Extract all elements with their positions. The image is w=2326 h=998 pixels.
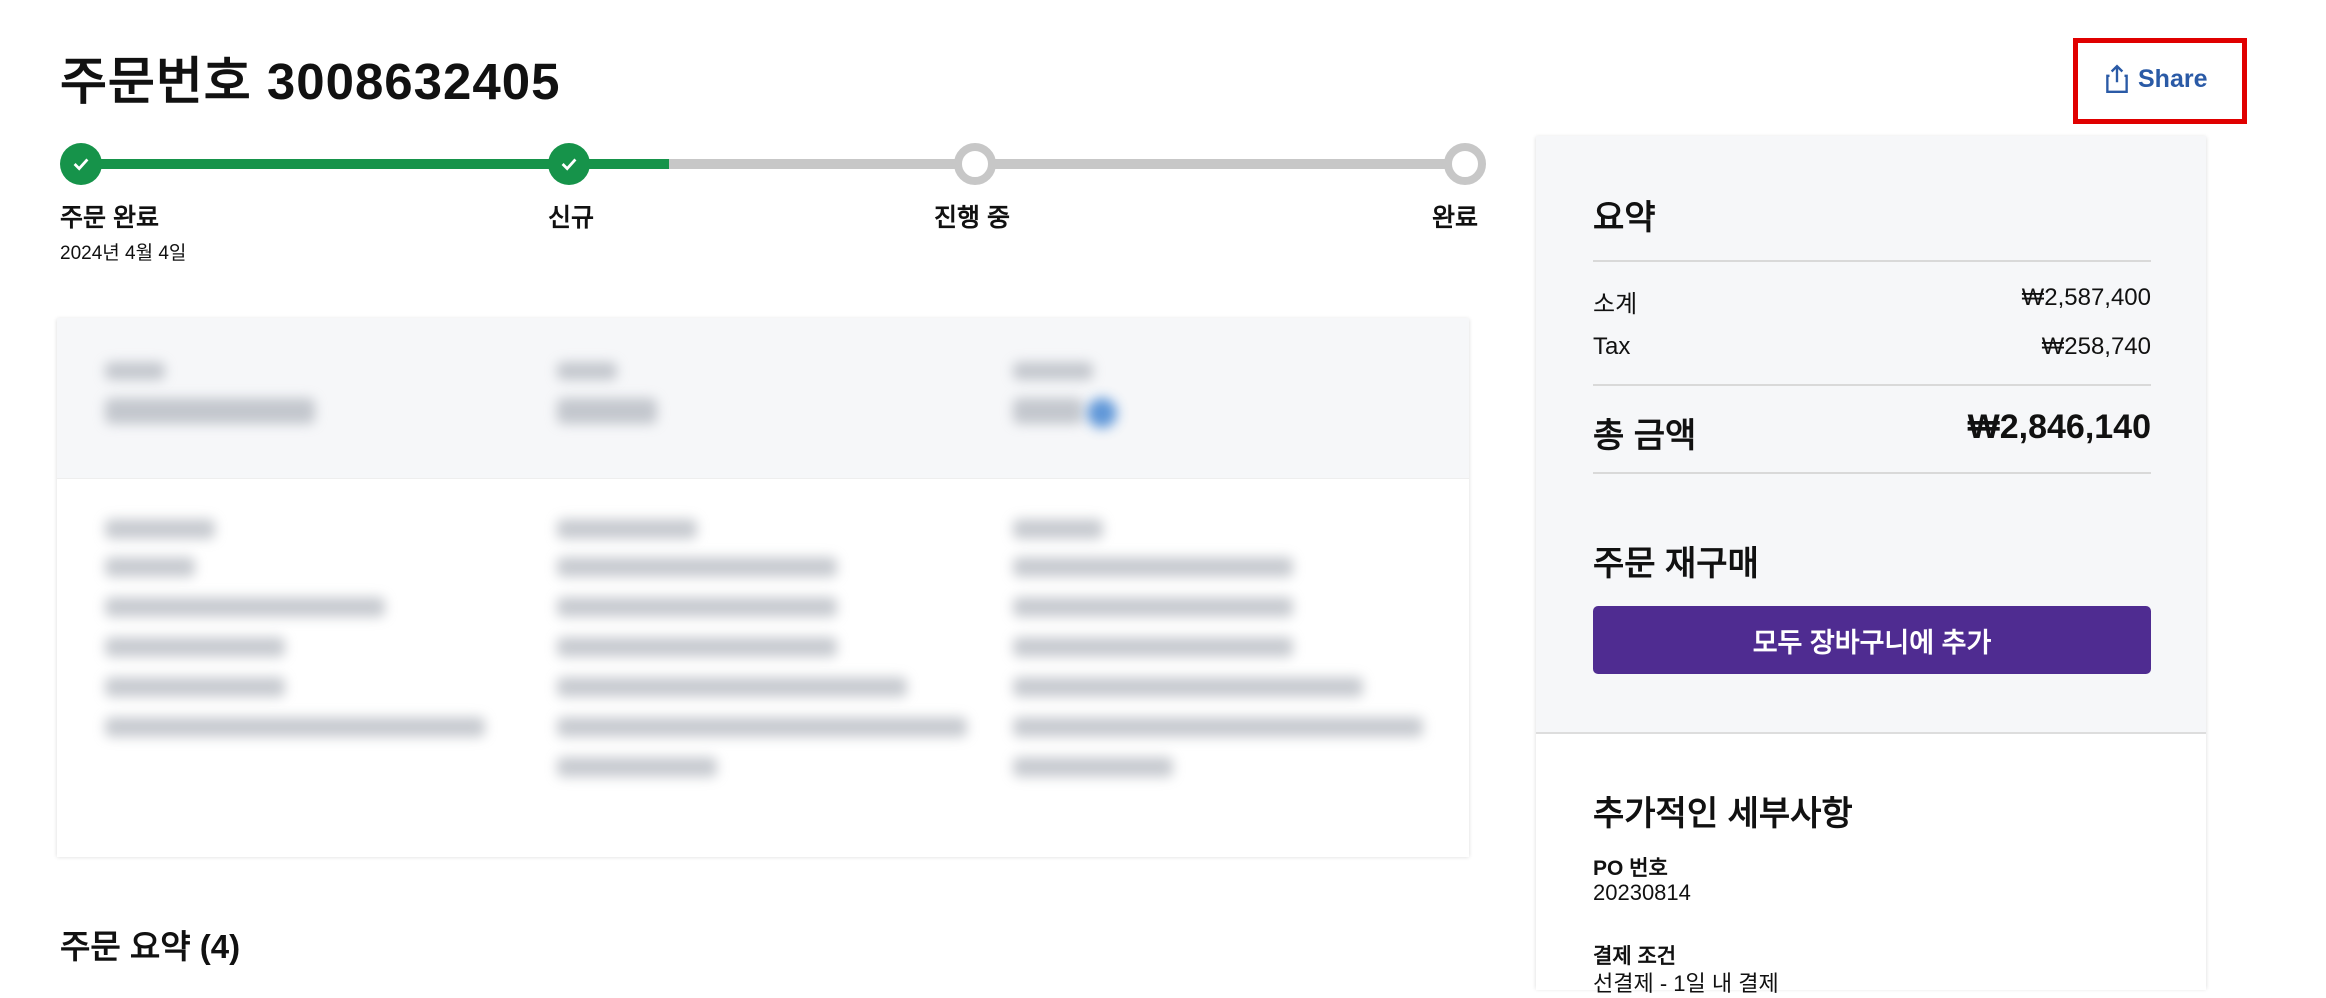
share-icon — [2106, 64, 2128, 94]
tax-label: Tax — [1593, 333, 1631, 360]
divider — [1593, 260, 2151, 262]
step-label-ordered: 주문 완료 — [60, 204, 159, 232]
subtotal-label: 소계 — [1593, 291, 1638, 318]
total-value: ₩2,846,140 — [1967, 408, 2151, 446]
step-marker-in-progress — [954, 143, 996, 185]
subtotal-value: ₩2,587,400 — [2021, 284, 2151, 311]
check-icon — [73, 158, 89, 171]
order-title: 주문번호 3008632405 — [60, 53, 561, 110]
check-icon — [561, 158, 577, 171]
share-label: Share — [2138, 64, 2208, 93]
add-all-to-cart-button[interactable]: 모두 장바구니에 추가 — [1593, 606, 2151, 674]
po-number-label: PO 번호 — [1593, 857, 1668, 880]
summary-title: 요약 — [1593, 199, 1656, 237]
step-label-complete: 완료 — [1432, 204, 1479, 232]
payment-terms-value: 선결제 - 1일 내 결제 — [1593, 971, 1779, 996]
tax-row: Tax ₩258,740 — [1593, 333, 2151, 361]
step-date-ordered: 2024년 4월 4일 — [60, 243, 187, 264]
extra-details-title: 추가적인 세부사항 — [1593, 795, 1853, 833]
step-marker-ordered — [60, 143, 102, 185]
order-summary-title: 주문 요약 (4) — [60, 928, 241, 965]
step-label-in-progress: 진행 중 — [934, 204, 1010, 232]
total-row: 총 금액 ₩2,846,140 — [1593, 408, 2151, 457]
po-number-value: 20230814 — [1593, 880, 1691, 905]
divider — [1593, 472, 2151, 474]
tax-value: ₩258,740 — [2041, 333, 2151, 360]
step-marker-new — [548, 143, 590, 185]
subtotal-row: 소계 ₩2,587,400 — [1593, 284, 2151, 319]
reorder-title: 주문 재구매 — [1593, 545, 1759, 583]
divider — [1593, 384, 2151, 386]
order-info-card — [57, 318, 1469, 857]
order-info-details — [57, 478, 1469, 857]
step-marker-complete — [1444, 143, 1486, 185]
progress-track — [80, 159, 1450, 169]
summary-panel: 요약 소계 ₩2,587,400 Tax ₩258,740 총 금액 ₩2,84… — [1536, 136, 2206, 996]
share-button[interactable]: Share — [2104, 64, 2207, 94]
step-label-new: 신규 — [548, 204, 595, 232]
total-label: 총 금액 — [1593, 417, 1697, 455]
